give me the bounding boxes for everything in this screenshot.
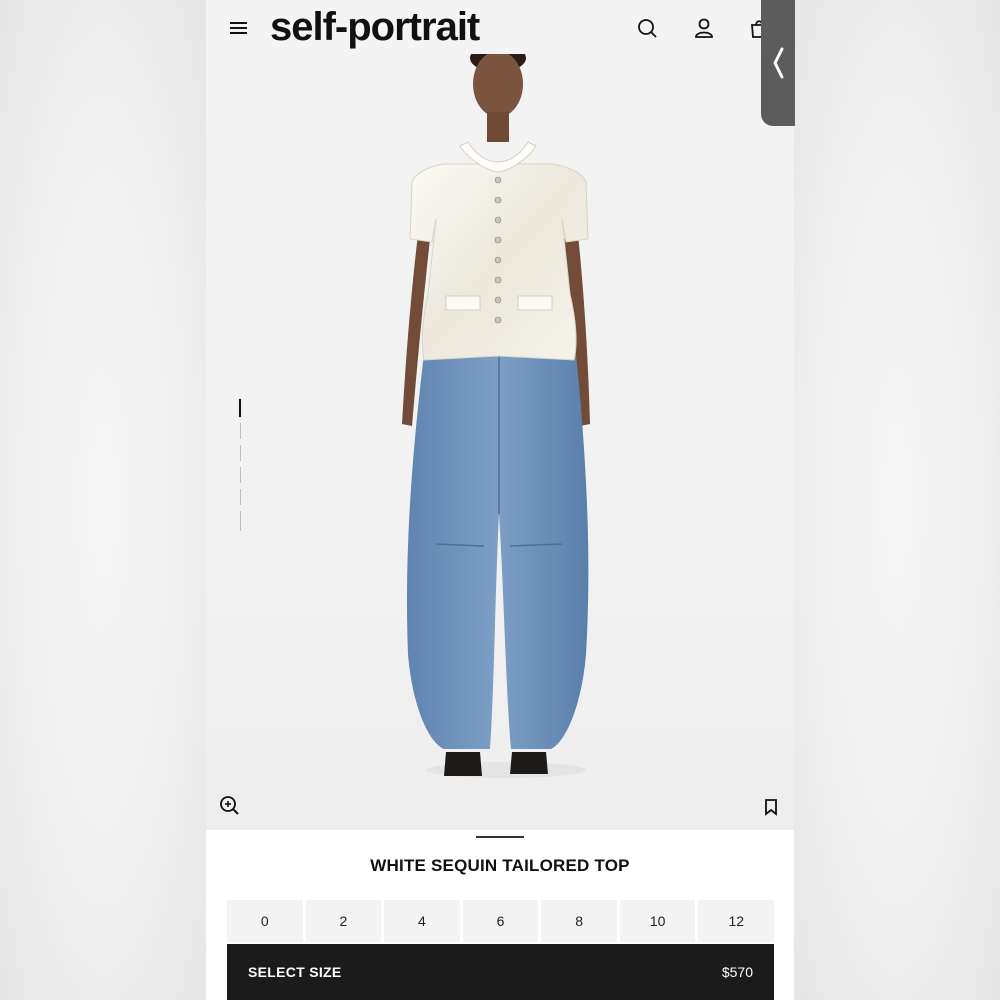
- pager-dash-active[interactable]: [239, 399, 241, 417]
- zoom-in-icon[interactable]: [218, 794, 240, 816]
- search-icon[interactable]: [636, 17, 658, 39]
- site-header: self-portrait: [206, 0, 794, 54]
- mobile-viewport: self-portrait WHITE SEQUIN TAILORED TOP …: [206, 0, 794, 1000]
- size-option[interactable]: 12: [698, 900, 775, 942]
- product-title: WHITE SEQUIN TAILORED TOP: [370, 856, 630, 875]
- pager-dash[interactable]: [240, 511, 241, 531]
- background-blur-left: [0, 0, 206, 1000]
- account-icon[interactable]: [693, 17, 715, 39]
- size-option[interactable]: 2: [305, 900, 382, 942]
- image-pager[interactable]: [239, 399, 243, 539]
- pager-dash[interactable]: [240, 489, 241, 505]
- sheet-grabber[interactable]: [476, 836, 524, 838]
- pager-dash[interactable]: [240, 423, 241, 439]
- price: $570: [721, 964, 753, 980]
- size-option[interactable]: 0: [227, 900, 303, 942]
- size-option[interactable]: 4: [384, 900, 460, 942]
- size-option[interactable]: 10: [619, 900, 696, 942]
- product-sheet: WHITE SEQUIN TAILORED TOP 0 2 4 6 8 10 1…: [206, 830, 794, 1000]
- menu-icon[interactable]: [230, 21, 247, 35]
- bookmark-icon[interactable]: [763, 798, 779, 816]
- model-illustration: [402, 44, 590, 778]
- select-size-button[interactable]: SELECT SIZE $570: [227, 944, 774, 1000]
- size-option[interactable]: 8: [541, 900, 617, 942]
- pager-dash[interactable]: [240, 445, 241, 461]
- brand-logo[interactable]: self-portrait: [270, 4, 480, 50]
- pager-dash[interactable]: [240, 467, 241, 483]
- size-selector: 0 2 4 6 8 10 12: [227, 900, 775, 942]
- background-blur-right: [794, 0, 1000, 1000]
- select-size-label: SELECT SIZE: [248, 964, 342, 980]
- chevron-left-icon: [773, 47, 784, 79]
- product-image[interactable]: [206, 44, 794, 830]
- side-panel-tab[interactable]: [761, 0, 795, 126]
- size-option[interactable]: 6: [462, 900, 539, 942]
